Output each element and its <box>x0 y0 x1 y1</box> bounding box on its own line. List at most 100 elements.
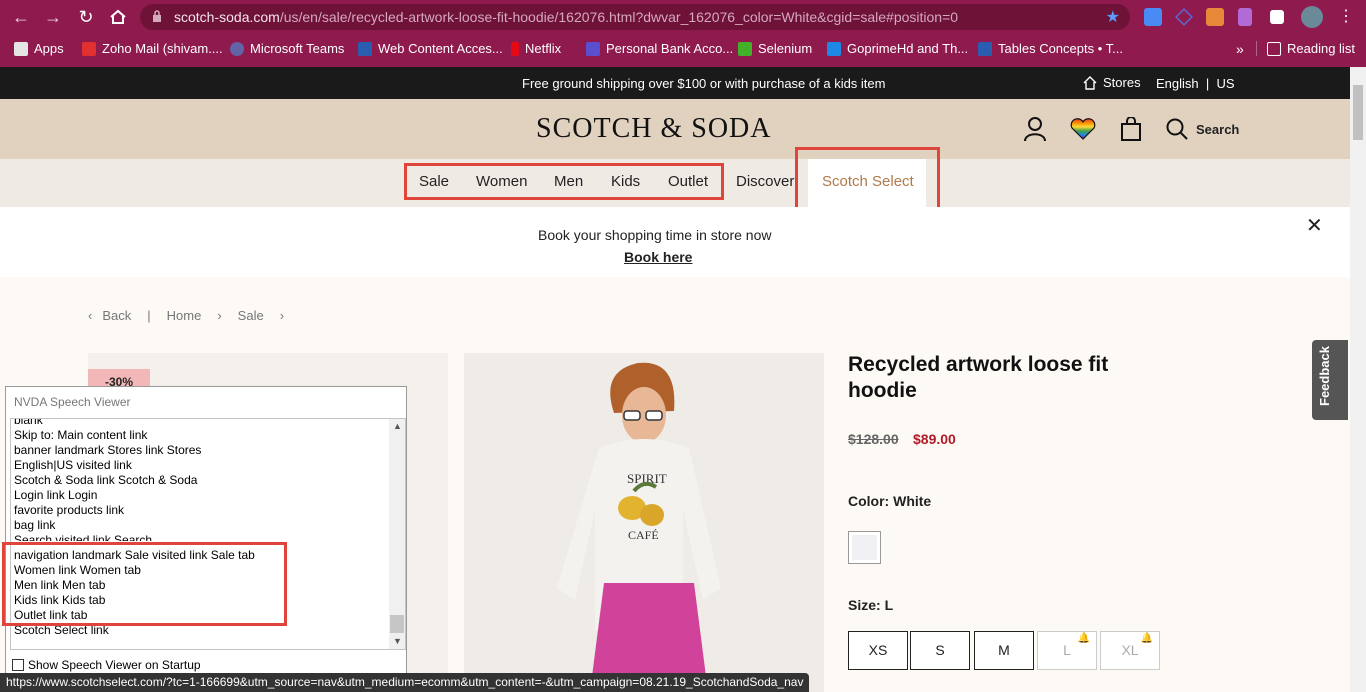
apps-grid-icon <box>14 41 28 56</box>
bookmark-goprime[interactable]: GoprimeHd and Th... <box>827 41 968 56</box>
nvda-speech-viewer: NVDA Speech Viewer blank Skip to: Main c… <box>5 386 407 678</box>
bookmarks-bar: Apps Zoho Mail (shivam.... Microsoft Tea… <box>0 34 1366 67</box>
color-swatch-white[interactable] <box>848 531 881 564</box>
color-label-text: Color: <box>848 493 890 509</box>
bookmark-label: Tables Concepts • T... <box>998 41 1123 56</box>
log-line: bag link <box>14 518 56 532</box>
bag-icon[interactable] <box>1120 117 1142 141</box>
favorite-heart-icon[interactable] <box>1070 118 1096 140</box>
search-icon <box>1166 118 1188 140</box>
promo-text: Free ground shipping over $100 or with p… <box>522 76 886 91</box>
breadcrumb-back[interactable]: Back <box>102 308 131 323</box>
page-scrollbar[interactable] <box>1350 67 1366 692</box>
log-line: favorite products link <box>14 503 125 517</box>
stores-label: Stores <box>1103 75 1141 90</box>
back-arrow-icon[interactable]: ← <box>10 6 32 28</box>
selenium-icon <box>738 41 752 56</box>
bookmark-label: Selenium <box>758 41 813 56</box>
highlight-box-nav <box>404 163 724 200</box>
teams-icon <box>230 41 244 56</box>
notify-bell-icon: 🔔 <box>1077 633 1090 644</box>
address-bar[interactable]: scotch-soda.com/us/en/sale/recycled-artw… <box>140 4 1130 30</box>
size-label: Size: L <box>848 597 893 613</box>
log-line: blank <box>14 418 43 427</box>
bank-icon <box>586 41 600 56</box>
bookmark-selenium[interactable]: Selenium <box>738 41 812 56</box>
zoho-icon <box>82 41 96 56</box>
bookmarks-overflow-icon[interactable]: » <box>1236 41 1244 57</box>
store-home-icon <box>1083 75 1097 90</box>
banner-text: Book your shopping time in store now <box>538 227 772 243</box>
bookmark-tables-concepts[interactable]: Tables Concepts • T... <box>978 41 1123 56</box>
log-line: Login link Login <box>14 488 98 502</box>
size-s-button[interactable]: S <box>910 631 970 670</box>
size-xl-button[interactable]: XL 🔔 <box>1100 631 1160 670</box>
lock-icon <box>153 10 161 22</box>
bookmark-personal-bank[interactable]: Personal Bank Acco... <box>586 41 733 56</box>
model-hoodie-photo: SPIRIT CAFÉ <box>557 362 721 692</box>
stores-link[interactable]: Stores <box>1083 75 1141 90</box>
bookmark-label: GoprimeHd and Th... <box>847 41 969 56</box>
menu-kebab-icon[interactable]: ⋮ <box>1335 6 1357 28</box>
chevron-right-icon: › <box>279 308 285 323</box>
nav-discover[interactable]: Discover <box>736 173 794 190</box>
breadcrumb-sale[interactable]: Sale <box>238 308 264 323</box>
scrollbar-thumb[interactable] <box>1353 85 1363 140</box>
bookmark-label: Apps <box>34 41 64 56</box>
speech-log-scrollbar[interactable]: ▲ ▼ <box>389 419 405 649</box>
size-xl-label: XL <box>1121 642 1139 658</box>
bookmark-zoho-mail[interactable]: Zoho Mail (shivam.... <box>82 41 223 56</box>
search-label: Search <box>1196 121 1240 137</box>
bookmark-microsoft-teams[interactable]: Microsoft Teams <box>230 41 344 56</box>
scroll-down-icon[interactable]: ▼ <box>393 636 402 646</box>
feedback-label: Feedback <box>1317 346 1332 406</box>
old-price: $128.00 <box>848 431 899 447</box>
sale-price: $89.00 <box>913 431 956 447</box>
status-bar-url: https://www.scotchselect.com/?tc=1-16669… <box>0 673 810 692</box>
size-l-button[interactable]: L 🔔 <box>1037 631 1097 670</box>
pen-extension-icon[interactable] <box>1238 8 1252 26</box>
nvda-title: NVDA Speech Viewer <box>14 395 131 409</box>
size-value: L <box>884 597 894 613</box>
breadcrumb-home[interactable]: Home <box>167 308 202 323</box>
extension-icon[interactable] <box>1206 8 1224 26</box>
bookmark-netflix[interactable]: Netflix <box>511 41 561 56</box>
feedback-tab[interactable]: Feedback <box>1312 340 1348 420</box>
color-value: White <box>893 493 932 509</box>
goprime-icon <box>827 41 841 56</box>
size-xs-button[interactable]: XS <box>848 631 908 670</box>
browser-chrome: ← → ↻ scotch-soda.com/us/en/sale/recycle… <box>0 0 1366 67</box>
bookmark-label: Personal Bank Acco... <box>606 41 734 56</box>
forward-arrow-icon[interactable]: → <box>42 6 64 28</box>
chevron-left-icon: ‹ <box>88 308 93 323</box>
language-separator: | <box>1205 76 1210 91</box>
search-link[interactable]: Search <box>1166 118 1239 140</box>
bookmark-web-content[interactable]: Web Content Acces... <box>358 41 503 56</box>
close-icon[interactable]: ✕ <box>1306 213 1323 238</box>
translate-extension-icon[interactable] <box>1144 8 1162 26</box>
product-title: Recycled artwork loose fit hoodie <box>848 353 1109 402</box>
account-icon[interactable] <box>1023 116 1047 142</box>
reading-list-button[interactable]: Reading list <box>1256 41 1355 56</box>
print-text-cafe: CAFÉ <box>628 528 659 542</box>
reading-list-icon <box>1267 41 1281 56</box>
size-m-button[interactable]: M <box>974 631 1034 670</box>
language-link[interactable]: English | US <box>1156 76 1235 91</box>
bookmark-apps[interactable]: Apps <box>14 41 64 56</box>
product-image-2[interactable]: SPIRIT CAFÉ <box>464 353 824 692</box>
promo-bar: Free ground shipping over $100 or with p… <box>0 67 1350 99</box>
log-line: Skip to: Main content link <box>14 428 148 442</box>
highlight-box-nvda <box>2 542 287 626</box>
reload-icon[interactable]: ↻ <box>75 6 97 28</box>
startup-checkbox[interactable] <box>12 659 24 671</box>
site-logo[interactable]: SCOTCH & SODA <box>536 113 771 145</box>
bookmark-label: Netflix <box>525 41 562 56</box>
scroll-up-icon[interactable]: ▲ <box>393 421 402 431</box>
book-here-link[interactable]: Book here <box>624 249 692 265</box>
speech-log-thumb[interactable] <box>390 615 404 633</box>
bookmark-star-icon[interactable]: ★ <box>1106 7 1120 27</box>
triangle-extension-icon[interactable] <box>1175 8 1193 26</box>
profile-avatar[interactable] <box>1301 6 1323 28</box>
home-icon[interactable] <box>107 6 129 28</box>
puzzle-extensions-icon[interactable] <box>1270 10 1284 24</box>
